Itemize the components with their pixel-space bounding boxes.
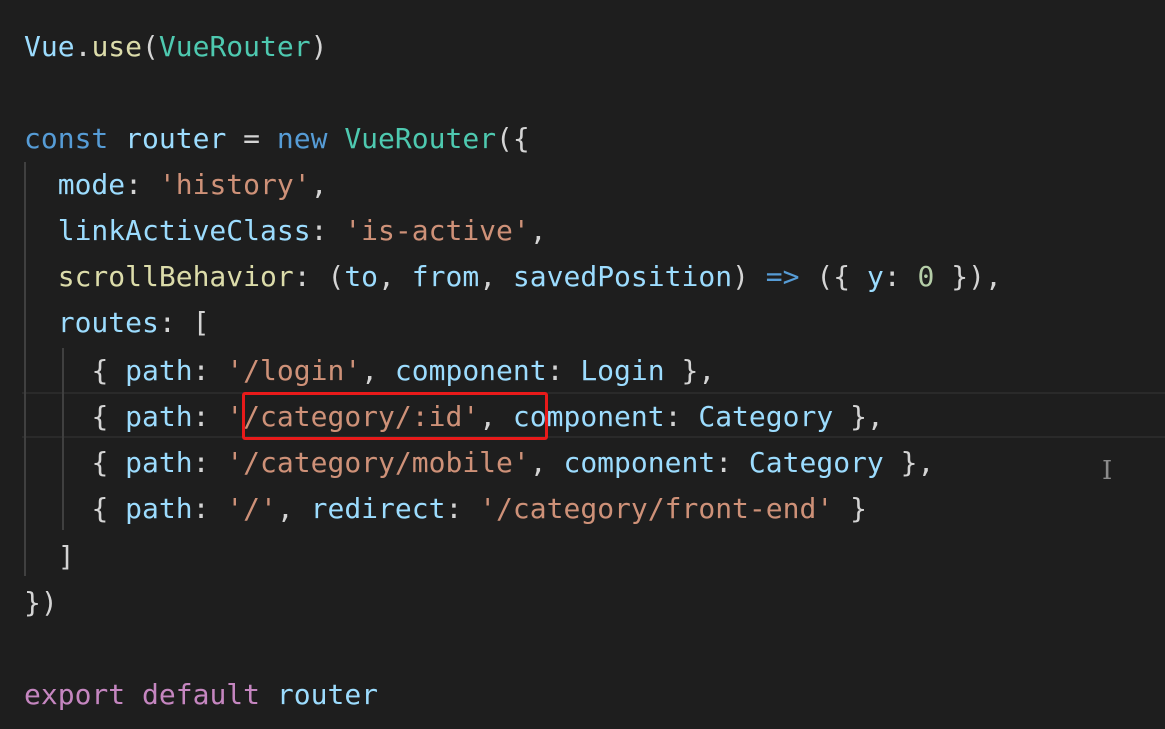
token: Login — [580, 354, 665, 387]
token: '/category/front-end' — [479, 492, 834, 525]
token: : — [293, 260, 311, 293]
token: const — [24, 122, 109, 155]
token: path — [125, 354, 193, 387]
token: 'is-active' — [344, 214, 530, 247]
token: y — [866, 260, 884, 293]
code-line-6: scrollBehavior: (to, from, savedPosition… — [24, 254, 1002, 300]
token: }) — [24, 586, 58, 619]
token: 0 — [917, 260, 935, 293]
token: default — [142, 678, 261, 711]
token: }, — [900, 446, 935, 479]
token: component — [563, 446, 716, 479]
token: use — [91, 30, 143, 63]
token: { — [91, 354, 109, 387]
token: , — [529, 214, 547, 247]
token: : — [310, 214, 328, 247]
token: , — [479, 260, 497, 293]
token: VueRouter — [158, 30, 311, 63]
token: } — [850, 492, 867, 525]
token: ({ — [816, 260, 851, 293]
token: to — [344, 260, 379, 293]
token: ({ — [496, 122, 530, 155]
token: , — [276, 492, 294, 525]
code-line-7: routes: [ — [24, 300, 210, 346]
token: : — [546, 354, 564, 387]
token: VueRouter — [344, 122, 497, 155]
token: from — [411, 260, 480, 293]
token: path — [125, 446, 193, 479]
text-cursor-icon: I — [1102, 456, 1113, 486]
token: : — [158, 306, 176, 339]
token: , — [310, 168, 328, 201]
token: : — [192, 492, 210, 525]
token: : — [883, 260, 901, 293]
token: export — [24, 678, 126, 711]
token: router — [276, 678, 379, 711]
token: : — [664, 400, 682, 433]
token: scrollBehavior — [57, 260, 294, 293]
token: path — [125, 492, 193, 525]
token: }, — [681, 354, 716, 387]
token: savedPosition — [512, 260, 733, 293]
token: = — [243, 122, 261, 155]
token: ( — [142, 30, 159, 63]
token: , — [378, 260, 395, 293]
token: { — [91, 446, 109, 479]
token: , — [529, 446, 547, 479]
code-line-12: ] — [24, 534, 75, 580]
token: '/' — [226, 492, 277, 525]
token: routes — [57, 306, 159, 339]
token: ] — [57, 540, 75, 573]
token: [ — [192, 306, 210, 339]
token: redirect — [310, 492, 446, 525]
token: : — [125, 168, 143, 201]
code-line-15: export default router — [24, 672, 378, 718]
token: new — [276, 122, 328, 155]
token: router — [125, 122, 227, 155]
token: }), — [951, 260, 1002, 293]
token: linkActiveClass — [57, 214, 311, 247]
token: : — [192, 446, 210, 479]
code-line-4: mode: 'history', — [24, 162, 328, 208]
code-line-1: Vue.use(VueRouter) — [24, 24, 327, 70]
token: component — [394, 354, 547, 387]
token: Vue — [24, 30, 75, 63]
code-line-10: { path: '/category/mobile', component: C… — [24, 440, 934, 486]
token: , — [361, 354, 379, 387]
token: ) — [310, 30, 328, 63]
token: mode — [57, 168, 126, 201]
token: }, — [850, 400, 884, 433]
token: path — [125, 400, 193, 433]
code-line-5: linkActiveClass: 'is-active', — [24, 208, 547, 254]
token: ( — [327, 260, 345, 293]
token: { — [91, 492, 109, 525]
token: : — [715, 446, 733, 479]
token: : — [192, 354, 210, 387]
token: 'history' — [158, 168, 311, 201]
code-editor[interactable]: Vue.use(VueRouter) const router = new Vu… — [0, 0, 1165, 729]
code-line-11: { path: '/', redirect: '/category/front-… — [24, 486, 867, 532]
token: '/login' — [226, 354, 362, 387]
token: : — [192, 400, 210, 433]
highlight-box — [242, 392, 548, 440]
code-line-13: }) — [24, 580, 58, 626]
token: ) — [732, 260, 749, 293]
code-line-8: { path: '/login', component: Login }, — [24, 348, 715, 394]
token: Category — [748, 446, 884, 479]
token: . — [74, 30, 92, 63]
token: => — [765, 260, 800, 293]
code-line-3: const router = new VueRouter({ — [24, 116, 530, 162]
token: '/category/mobile' — [226, 446, 530, 479]
token: { — [91, 400, 109, 433]
token: : — [445, 492, 463, 525]
token: Category — [698, 400, 834, 433]
